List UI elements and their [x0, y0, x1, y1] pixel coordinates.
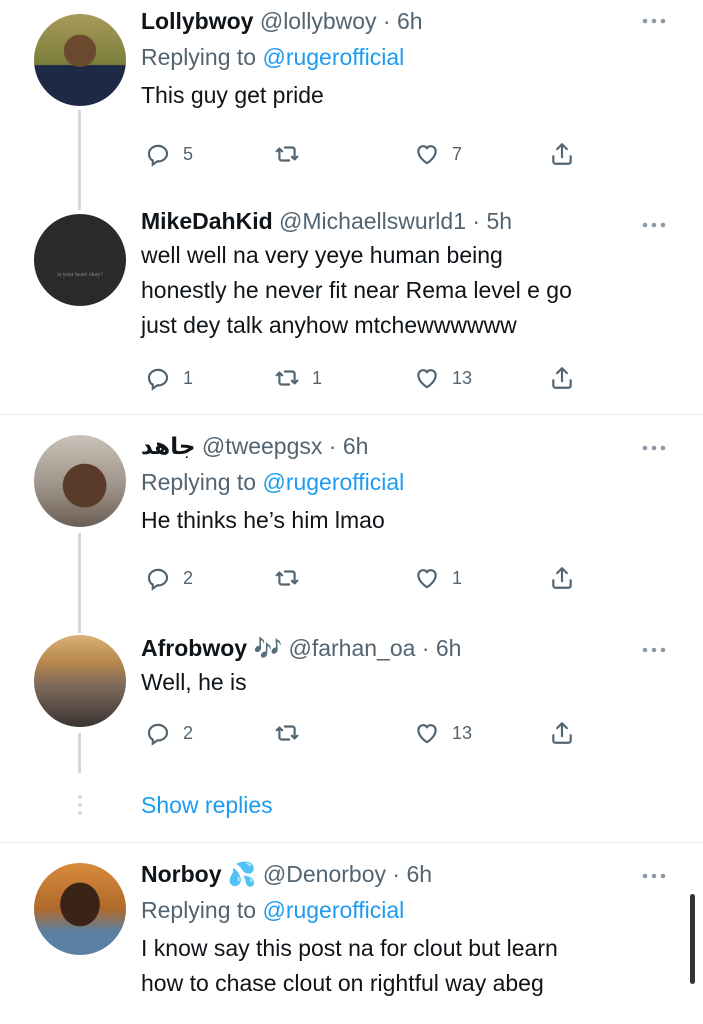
thread-line — [78, 625, 81, 633]
tweet-text: well well na very yeye human being hones… — [141, 242, 572, 338]
show-replies-link[interactable]: Show replies — [141, 792, 273, 819]
share-icon — [549, 720, 575, 746]
tweet[interactable]: Lollybwoy @lollybwoy · 6h Replying to @r… — [0, 0, 703, 200]
mention-link[interactable]: @rugerofficial — [262, 469, 404, 495]
share-button[interactable] — [549, 718, 575, 748]
timestamp[interactable]: 6h — [397, 8, 423, 34]
replying-to: Replying to @rugerofficial — [141, 897, 405, 923]
retweet-button[interactable]: 1 — [274, 363, 322, 393]
share-icon — [549, 565, 575, 591]
tweet[interactable]: Norboy 💦 @Denorboy · 6h Replying to @rug… — [0, 843, 703, 1024]
retweet-button[interactable] — [274, 563, 312, 593]
like-icon — [414, 565, 440, 591]
tweet-text: This guy get pride — [141, 82, 324, 108]
reply-button[interactable]: 2 — [145, 563, 193, 593]
more-options-icon[interactable] — [641, 645, 667, 655]
retweet-icon — [274, 365, 300, 391]
avatar-caption: is your heart okay? — [57, 272, 103, 278]
avatar[interactable]: is your heart okay? — [34, 214, 126, 306]
reply-button[interactable]: 1 — [145, 363, 193, 393]
tweet-text: He thinks he’s him lmao — [141, 507, 385, 533]
reply-icon — [145, 365, 171, 391]
retweet-button[interactable] — [274, 718, 312, 748]
user-handle[interactable]: @Michaellswurld1 — [279, 208, 466, 234]
like-button[interactable]: 7 — [414, 139, 462, 169]
more-options-icon[interactable] — [641, 443, 667, 453]
avatar[interactable] — [34, 435, 126, 527]
scrollbar[interactable] — [690, 894, 695, 984]
tweet[interactable]: is your heart okay? MikeDahKid @Michaell… — [0, 200, 703, 414]
retweet-button[interactable] — [274, 139, 312, 169]
mention-link[interactable]: @rugerofficial — [262, 897, 404, 923]
like-icon — [414, 365, 440, 391]
like-button[interactable]: 13 — [414, 718, 472, 748]
user-handle[interactable]: @farhan_oa — [288, 635, 415, 661]
user-name[interactable]: Norboy — [141, 861, 222, 887]
share-icon — [549, 141, 575, 167]
retweet-icon — [274, 141, 300, 167]
user-handle[interactable]: @lollybwoy — [260, 8, 377, 34]
share-icon — [549, 365, 575, 391]
user-name[interactable]: MikeDahKid — [141, 208, 273, 234]
avatar[interactable] — [34, 14, 126, 106]
timestamp[interactable]: 6h — [436, 635, 462, 661]
more-options-icon[interactable] — [641, 220, 667, 230]
thread-dots — [78, 795, 82, 819]
share-button[interactable] — [549, 139, 575, 169]
music-emoji: 🎶 — [253, 635, 283, 661]
reply-icon — [145, 565, 171, 591]
reply-icon — [145, 141, 171, 167]
timestamp[interactable]: 6h — [343, 433, 369, 459]
timestamp[interactable]: 5h — [486, 208, 512, 234]
like-icon — [414, 720, 440, 746]
like-button[interactable]: 13 — [414, 363, 472, 393]
user-handle[interactable]: @tweepgsx — [202, 433, 323, 459]
sweat-drops-emoji: 💦 — [227, 861, 257, 887]
avatar[interactable] — [34, 863, 126, 955]
reply-button[interactable]: 2 — [145, 718, 193, 748]
tweet[interactable]: جاهد @tweepgsx · 6h Replying to @rugerof… — [0, 415, 703, 625]
tweet-text: Well, he is — [141, 669, 247, 695]
like-icon — [414, 141, 440, 167]
replying-to: Replying to @rugerofficial — [141, 44, 405, 70]
thread-line — [78, 110, 81, 200]
avatar[interactable] — [34, 635, 126, 727]
user-name[interactable]: Afrobwoy — [141, 635, 247, 661]
replying-to: Replying to @rugerofficial — [141, 469, 405, 495]
reply-icon — [145, 720, 171, 746]
share-button[interactable] — [549, 363, 575, 393]
user-handle[interactable]: @Denorboy — [263, 861, 386, 887]
retweet-icon — [274, 720, 300, 746]
share-button[interactable] — [549, 563, 575, 593]
tweet[interactable]: Afrobwoy 🎶 @farhan_oa · 6h Well, he is 2… — [0, 625, 703, 840]
reply-button[interactable]: 5 — [145, 139, 193, 169]
like-button[interactable]: 1 — [414, 563, 462, 593]
mention-link[interactable]: @rugerofficial — [262, 44, 404, 70]
timestamp[interactable]: 6h — [406, 861, 432, 887]
more-options-icon[interactable] — [641, 16, 667, 26]
retweet-icon — [274, 565, 300, 591]
tweet-text: I know say this post na for clout but le… — [141, 935, 558, 996]
user-name[interactable]: Lollybwoy — [141, 8, 253, 34]
user-name[interactable]: جاهد — [141, 433, 195, 459]
thread-line — [78, 200, 81, 210]
thread-line — [78, 733, 81, 773]
more-options-icon[interactable] — [641, 871, 667, 881]
thread-line — [78, 533, 81, 625]
